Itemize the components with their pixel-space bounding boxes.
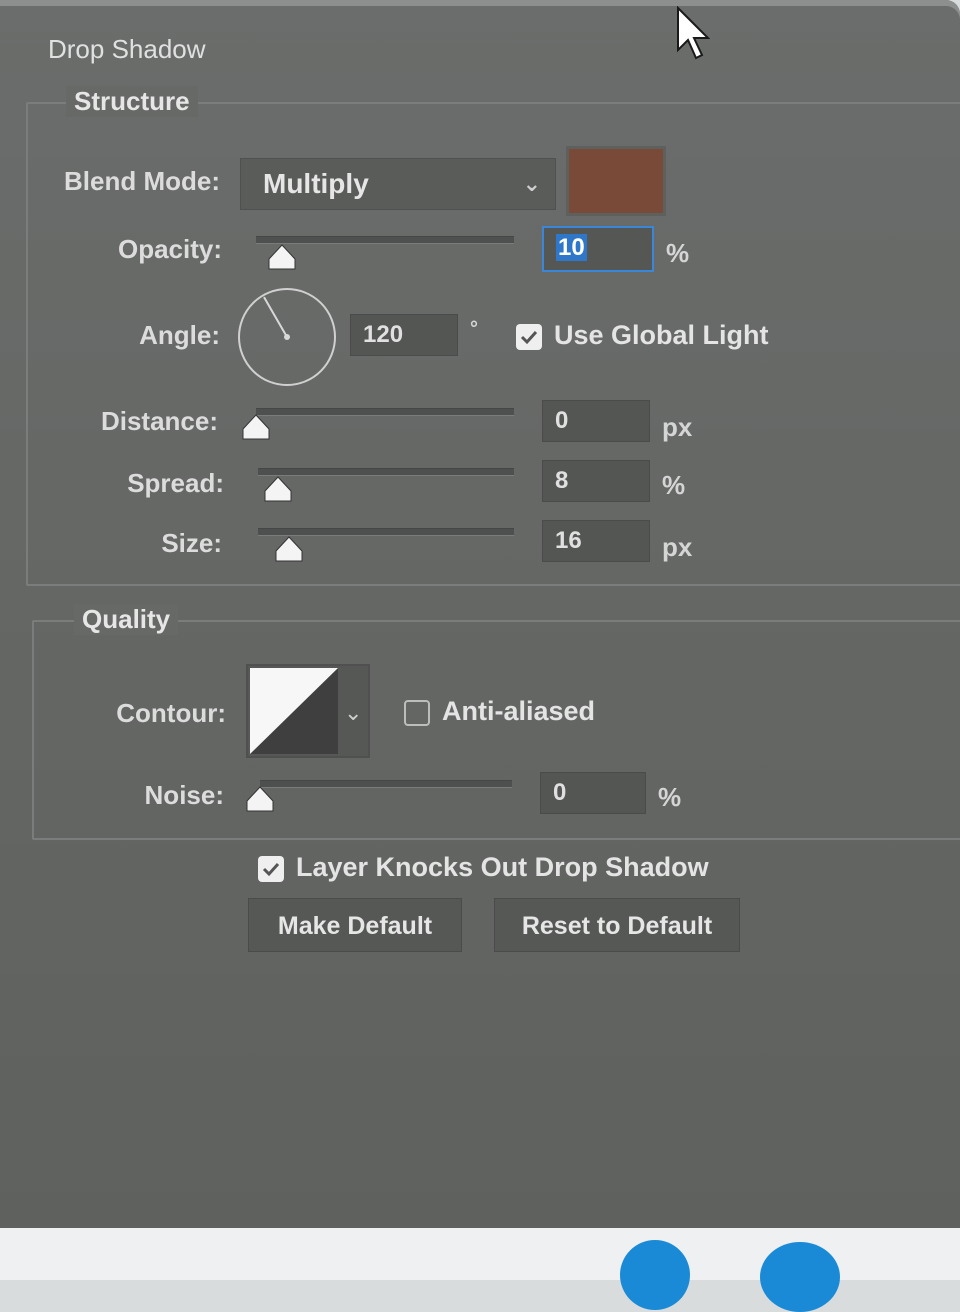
opacity-input[interactable]: 10: [542, 226, 654, 272]
angle-dial[interactable]: [236, 286, 338, 388]
opacity-label: Opacity:: [117, 234, 222, 264]
desktop-strip: [0, 1228, 960, 1312]
blend-mode-value: Multiply: [263, 168, 369, 199]
size-unit: px: [662, 532, 693, 562]
distance-input[interactable]: 0: [542, 400, 650, 442]
distance-label: Distance:: [100, 406, 218, 436]
cursor-arrow-icon: [677, 6, 710, 60]
reset-to-default-button[interactable]: Reset to Default: [494, 898, 740, 952]
anti-aliased-checkbox[interactable]: [404, 700, 430, 726]
opacity-unit: %: [666, 238, 690, 268]
noise-label: Noise:: [144, 780, 224, 810]
chevron-down-icon: ⌄: [522, 171, 541, 196]
noise-unit: %: [658, 782, 682, 812]
check-icon: [262, 862, 280, 877]
angle-label: Angle:: [139, 320, 220, 350]
blend-mode-select[interactable]: Multiply ⌄: [240, 158, 556, 210]
size-slider-track[interactable]: [258, 528, 514, 536]
size-label: Size:: [161, 528, 222, 558]
noise-slider-thumb[interactable]: [246, 786, 274, 812]
use-global-light-label: Use Global Light: [554, 320, 769, 350]
use-global-light-checkbox[interactable]: [516, 324, 542, 350]
quality-label: Quality: [74, 604, 179, 635]
angle-input[interactable]: 120: [350, 314, 458, 356]
layer-knocks-out-checkbox[interactable]: [258, 856, 284, 882]
noise-input[interactable]: 0: [540, 772, 646, 814]
structure-label: Structure: [66, 86, 198, 117]
opacity-value: 10: [556, 234, 587, 261]
spread-unit: %: [662, 470, 686, 500]
layer-knocks-out-label: Layer Knocks Out Drop Shadow: [296, 852, 709, 882]
angle-unit: °: [470, 318, 478, 340]
anti-aliased-label: Anti-aliased: [442, 696, 596, 726]
distance-slider-track[interactable]: [256, 408, 514, 416]
panel-title: Drop Shadow: [48, 34, 206, 64]
size-slider-thumb[interactable]: [275, 536, 303, 562]
spread-label: Spread:: [127, 468, 224, 498]
check-icon: [520, 330, 538, 345]
make-default-button[interactable]: Make Default: [248, 898, 462, 952]
size-input[interactable]: 16: [542, 520, 650, 562]
spread-input[interactable]: 8: [542, 460, 650, 502]
contour-linear-icon: [250, 668, 338, 754]
contour-picker[interactable]: ⌄: [246, 664, 370, 758]
opacity-slider-track[interactable]: [256, 236, 514, 244]
noise-slider-track[interactable]: [260, 780, 512, 788]
shadow-color-swatch[interactable]: [566, 146, 666, 216]
blend-mode-label: Blend Mode:: [64, 166, 220, 196]
spread-slider-track[interactable]: [258, 468, 514, 476]
contour-label: Contour:: [116, 698, 226, 728]
chevron-down-icon[interactable]: ⌄: [344, 700, 362, 726]
taskbar-app-icon[interactable]: [760, 1242, 840, 1312]
spread-slider-thumb[interactable]: [264, 476, 292, 502]
distance-unit: px: [662, 412, 693, 442]
distance-slider-thumb[interactable]: [242, 414, 270, 440]
opacity-slider-thumb[interactable]: [268, 244, 296, 270]
taskbar-app-icon[interactable]: [620, 1240, 690, 1310]
drop-shadow-panel: Drop Shadow Structure Blend Mode: Multip…: [0, 0, 960, 1228]
